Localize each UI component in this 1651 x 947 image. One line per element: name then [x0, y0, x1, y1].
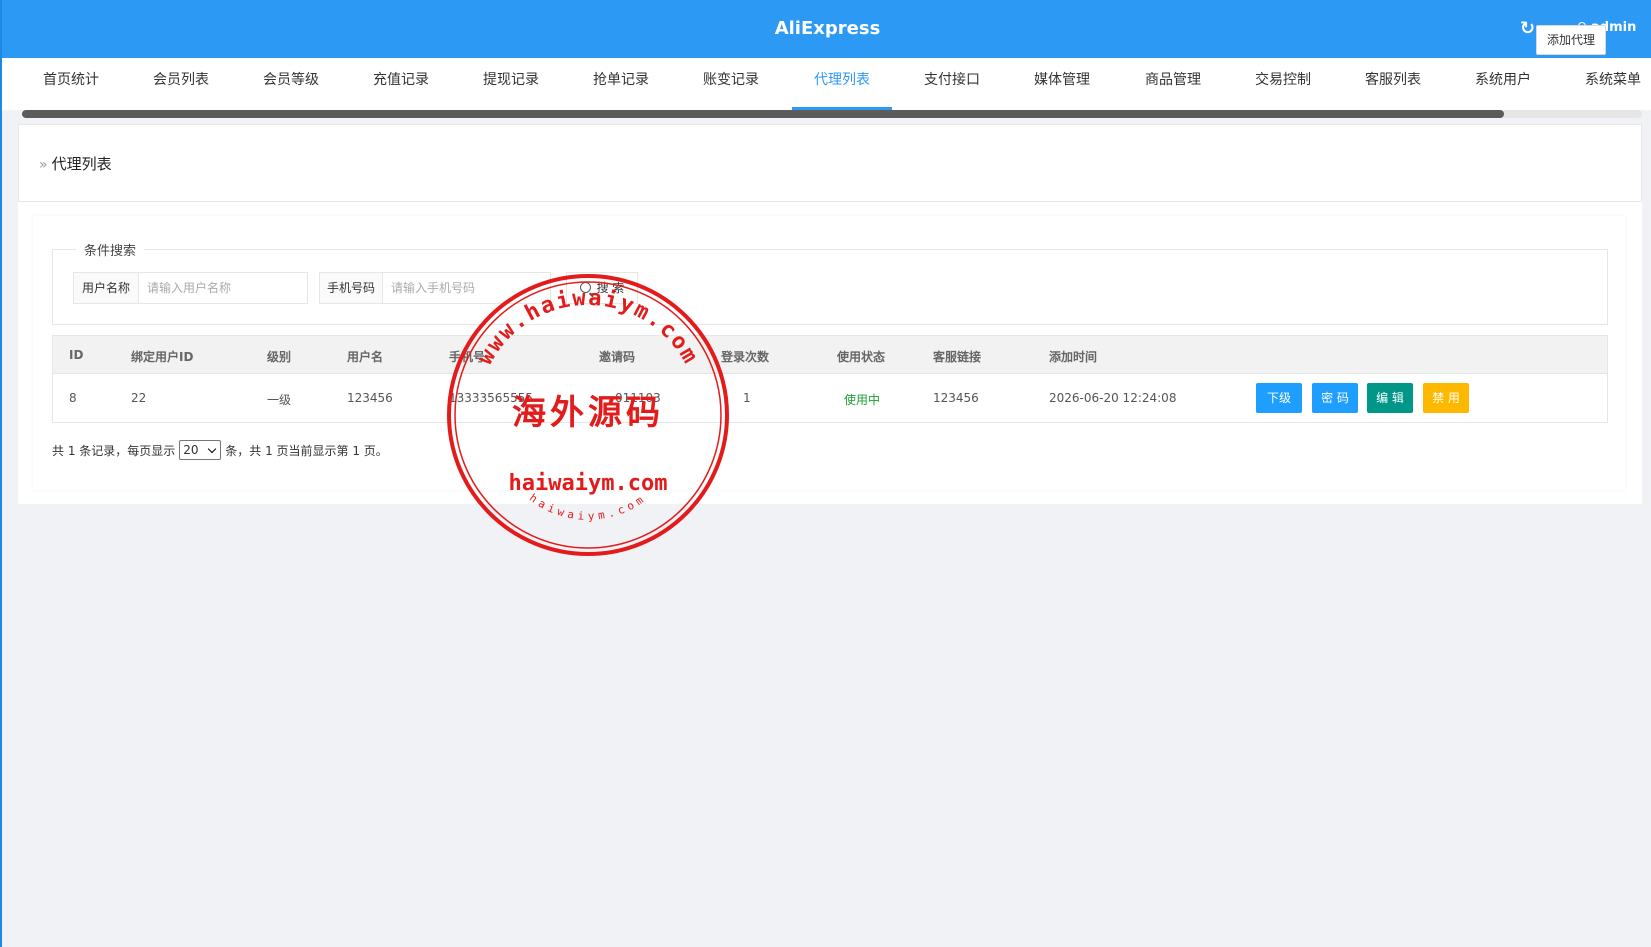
- column-header: ID: [69, 348, 84, 362]
- phone-input[interactable]: 请输入手机号码: [383, 272, 551, 304]
- top-bar: AliExpress ↻ admin: [2, 0, 1651, 58]
- tab-member-list[interactable]: 会员列表: [126, 58, 236, 110]
- cell-added-time: 2026-06-20 12:24:08: [1049, 391, 1177, 405]
- tab-member-level[interactable]: 会员等级: [236, 58, 346, 110]
- tab-home-stats[interactable]: 首页统计: [16, 58, 126, 110]
- column-header: 邀请码: [599, 350, 636, 364]
- tab-withdraw-records[interactable]: 提现记录: [456, 58, 566, 110]
- edit-button[interactable]: 编 辑: [1367, 383, 1413, 413]
- username-input[interactable]: 请输入用户名称: [139, 272, 308, 304]
- column-header: 添加时间: [1049, 350, 1098, 364]
- add-agent-button[interactable]: 添加代理: [1536, 25, 1606, 55]
- table-row: 8 22 一级 123456 13333565555 011103 1 使用中 …: [52, 374, 1608, 423]
- tab-system-menu[interactable]: 系统菜单: [1558, 58, 1651, 110]
- tab-product-management[interactable]: 商品管理: [1118, 58, 1228, 110]
- tab-service-list[interactable]: 客服列表: [1338, 58, 1448, 110]
- cell-phone: 13333565555: [449, 391, 533, 405]
- pagination: 共 1 条记录，每页显示 20 条，共 1 页当前显示第 1 页。: [52, 440, 388, 460]
- phone-label: 手机号码: [319, 272, 383, 304]
- tab-bar: 首页统计 会员列表 会员等级 充值记录 提现记录 抢单记录 账变记录 代理列表 …: [2, 58, 1651, 110]
- tab-agent-list[interactable]: 代理列表: [792, 58, 892, 110]
- tab-media-management[interactable]: 媒体管理: [1007, 58, 1117, 110]
- cell-id: 8: [69, 391, 77, 405]
- tab-system-users[interactable]: 系统用户: [1448, 58, 1558, 110]
- breadcrumb: » 代理列表: [39, 153, 112, 174]
- disable-button[interactable]: 禁 用: [1423, 383, 1469, 413]
- column-header: 登录次数: [721, 350, 770, 364]
- column-header: 使用状态: [837, 350, 886, 364]
- refresh-icon[interactable]: ↻: [1520, 18, 1535, 39]
- subordinate-button[interactable]: 下级: [1256, 383, 1302, 413]
- tab-recharge-records[interactable]: 充值记录: [346, 58, 456, 110]
- column-header: 手机号: [449, 350, 486, 364]
- tab-scrollbar-thumb[interactable]: [22, 110, 1504, 118]
- tab-payment-api[interactable]: 支付接口: [897, 58, 1007, 110]
- pagination-text-before: 共 1 条记录，每页显示: [52, 443, 176, 458]
- tab-balance-records[interactable]: 账变记录: [676, 58, 786, 110]
- search-button[interactable]: 搜 索: [566, 272, 638, 304]
- column-header: 绑定用户ID: [131, 350, 194, 364]
- column-header: 级别: [267, 350, 292, 364]
- cell-username: 123456: [347, 391, 393, 405]
- page-size-select[interactable]: 20: [179, 440, 222, 460]
- column-header: 客服链接: [933, 350, 982, 364]
- cell-login-count: 1: [743, 391, 751, 405]
- cell-level: 一级: [267, 393, 292, 407]
- search-button-label: 搜 索: [596, 281, 625, 295]
- username-label: 用户名称: [73, 272, 139, 304]
- cell-invite-code: 011103: [615, 391, 661, 405]
- cell-bind-user-id: 22: [131, 391, 147, 405]
- tab-order-records[interactable]: 抢单记录: [566, 58, 676, 110]
- status-badge: 使用中: [844, 393, 881, 407]
- search-icon: [579, 282, 591, 293]
- password-button[interactable]: 密 码: [1312, 383, 1358, 413]
- cell-service-link: 123456: [933, 391, 979, 405]
- page-title: 代理列表: [51, 155, 112, 173]
- pagination-text-after: 条，共 1 页当前显示第 1 页。: [225, 443, 388, 458]
- tab-trade-control[interactable]: 交易控制: [1228, 58, 1338, 110]
- search-legend: 条件搜索: [76, 240, 145, 259]
- double-chevron-icon: »: [39, 157, 48, 173]
- column-header: 用户名: [347, 350, 384, 364]
- table-header: ID 绑定用户ID 级别 用户名 手机号 邀请码 登录次数 使用状态 客服链接 …: [52, 335, 1608, 374]
- page-header: » 代理列表: [18, 124, 1642, 202]
- app-title: AliExpress: [774, 18, 881, 39]
